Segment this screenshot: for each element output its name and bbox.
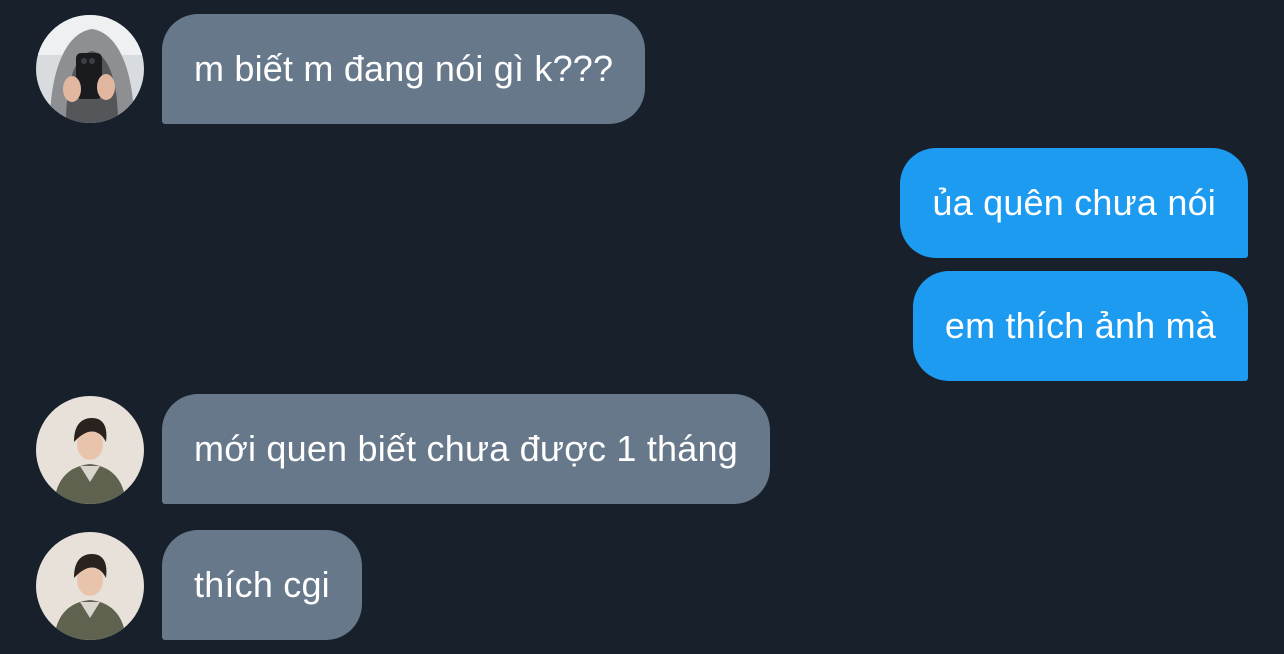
avatar-portrait-image: [36, 532, 144, 640]
message-text: mới quen biết chưa được 1 tháng: [194, 428, 738, 469]
message-text: em thích ảnh mà: [944, 305, 1216, 346]
message-text: ủa quên chưa nói: [932, 182, 1216, 223]
avatar-portrait-image: [36, 396, 144, 504]
message-bubble-incoming[interactable]: mới quen biết chưa được 1 tháng: [162, 394, 770, 504]
avatar-mirror-selfie-image: [36, 15, 144, 123]
chat-thread: m biết m đang nói gì k??? ủa quên chưa n…: [0, 0, 1284, 654]
avatar[interactable]: [36, 396, 144, 504]
message-bubble-outgoing[interactable]: em thích ảnh mà: [912, 271, 1248, 381]
avatar[interactable]: [36, 15, 144, 123]
message-text: m biết m đang nói gì k???: [194, 48, 614, 89]
message-bubble-incoming[interactable]: m biết m đang nói gì k???: [162, 14, 646, 124]
message-bubble-outgoing[interactable]: ủa quên chưa nói: [900, 148, 1248, 258]
message-bubble-incoming[interactable]: thích cgi: [162, 530, 362, 640]
message-text: thích cgi: [194, 564, 330, 605]
avatar[interactable]: [36, 532, 144, 640]
